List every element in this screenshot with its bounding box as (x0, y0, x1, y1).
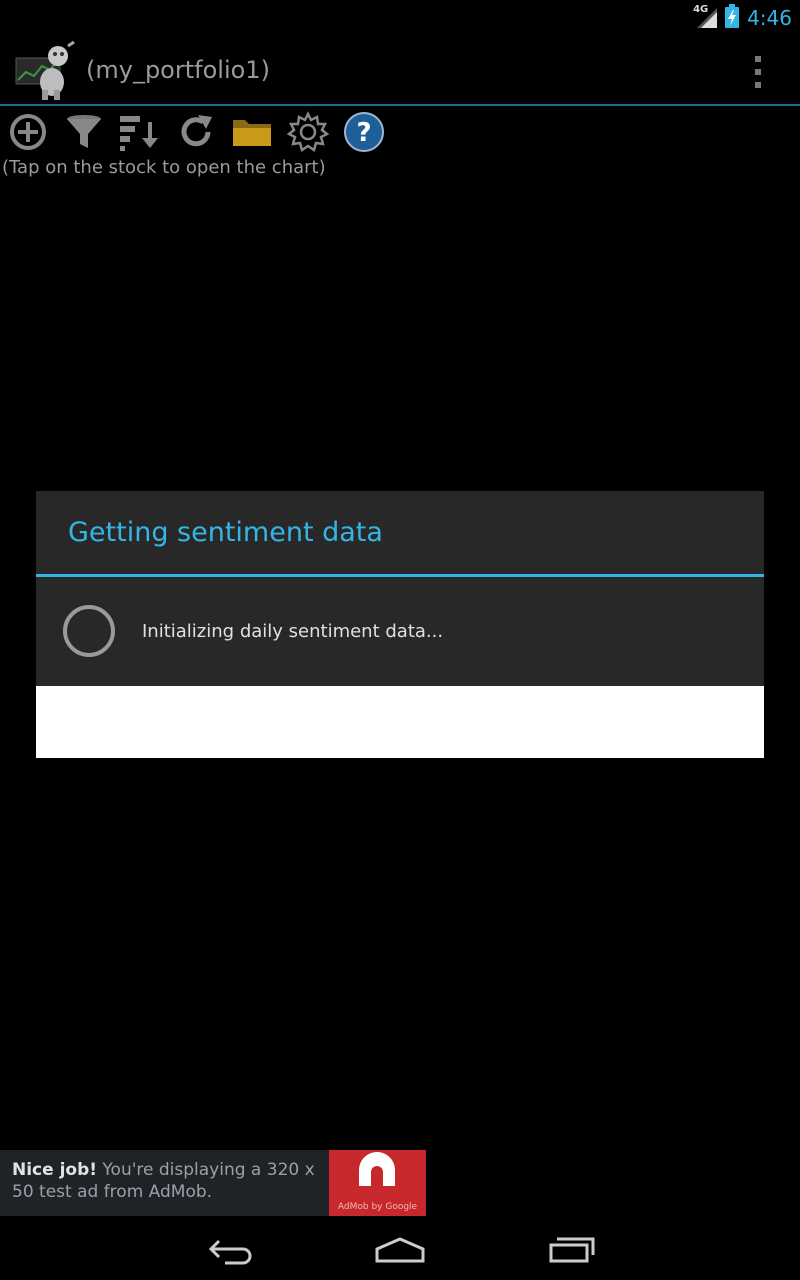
settings-icon[interactable] (280, 108, 336, 156)
action-bar: (my_portfolio1) (0, 36, 800, 106)
navigation-bar (0, 1216, 800, 1280)
app-logo-icon[interactable] (12, 40, 82, 102)
ad-bold-text: Nice job! (12, 1160, 98, 1180)
back-icon[interactable] (200, 1230, 260, 1270)
status-icons: 4G 4:46 (693, 4, 792, 32)
portfolio-title: (my_portfolio1) (86, 56, 270, 84)
signal-icon: 4G (693, 4, 719, 30)
tap-hint: (Tap on the stock to open the chart) (2, 157, 326, 178)
dialog-title: Getting sentiment data (36, 491, 764, 577)
ad-logo-caption: AdMob by Google (337, 1202, 418, 1212)
refresh-icon[interactable] (168, 108, 224, 156)
toolbar: ? (0, 108, 400, 156)
recent-apps-icon[interactable] (542, 1230, 602, 1270)
overflow-menu-icon[interactable] (746, 54, 770, 90)
status-bar: 4G 4:46 (0, 0, 800, 36)
clock: 4:46 (747, 6, 792, 30)
sort-icon[interactable] (112, 108, 168, 156)
spinner-icon (63, 605, 115, 657)
help-icon[interactable]: ? (336, 108, 392, 156)
home-icon[interactable] (370, 1230, 430, 1270)
folder-icon[interactable] (224, 108, 280, 156)
ad-banner[interactable]: Nice job! You're displaying a 320 x 50 t… (0, 1150, 426, 1216)
dialog-footer (36, 686, 764, 758)
filter-icon[interactable] (56, 108, 112, 156)
dialog-message: Initializing daily sentiment data... (142, 621, 444, 642)
svg-text:?: ? (356, 118, 371, 148)
network-type-label: 4G (693, 4, 709, 15)
admob-logo-icon[interactable]: AdMob by Google (329, 1150, 426, 1216)
battery-charging-icon (725, 4, 740, 32)
ad-text[interactable]: Nice job! You're displaying a 320 x 50 t… (12, 1159, 327, 1203)
add-icon[interactable] (0, 108, 56, 156)
screen: 4G 4:46 (my_portfolio1) ? (Tap on the st… (0, 0, 800, 1280)
dialog-body: Initializing daily sentiment data... (36, 577, 764, 685)
progress-dialog: Getting sentiment data Initializing dail… (36, 491, 764, 758)
